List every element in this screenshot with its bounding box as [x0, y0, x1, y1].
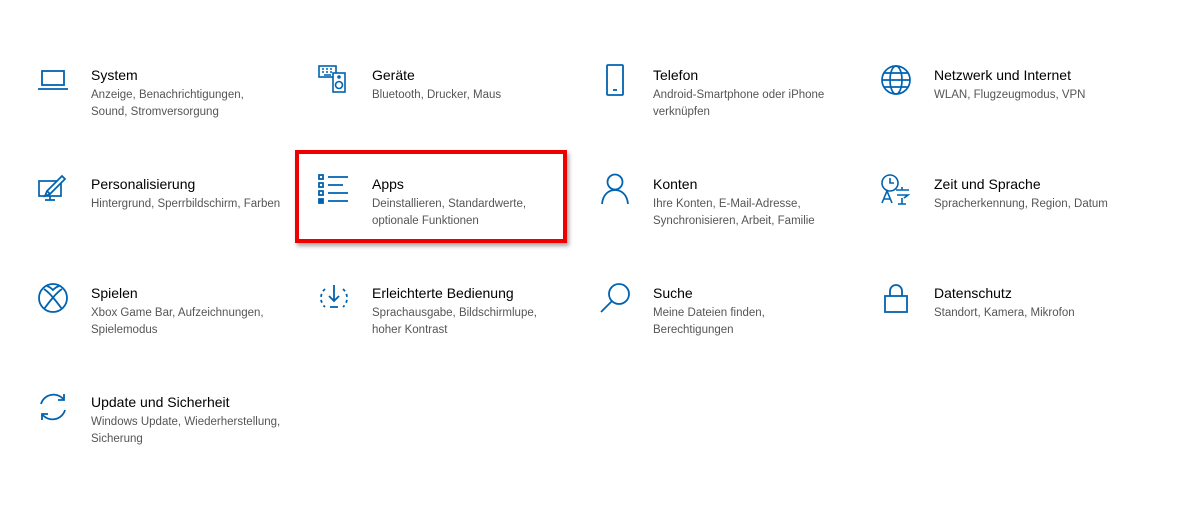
search-icon — [598, 281, 632, 315]
tile-title: Update und Sicherheit — [91, 394, 230, 410]
person-icon — [598, 172, 632, 206]
settings-tile-system[interactable]: System Anzeige, Benachrichtigungen, Soun… — [36, 62, 317, 171]
tile-title: Netzwerk und Internet — [934, 67, 1071, 83]
settings-tile-suche[interactable]: Suche Meine Dateien finden, Berechtigung… — [598, 280, 879, 389]
settings-tile-geraete[interactable]: Geräte Bluetooth, Drucker, Maus — [317, 62, 598, 171]
tile-description: WLAN, Flugzeugmodus, VPN — [934, 89, 1086, 101]
settings-tile-netzwerk[interactable]: Netzwerk und Internet WLAN, Flugzeugmodu… — [879, 62, 1156, 171]
tile-description: Sprachausgabe, Bildschirmlupe, hoher Kon… — [372, 307, 537, 336]
tile-description: Bluetooth, Drucker, Maus — [372, 89, 502, 101]
globe-icon — [879, 63, 913, 97]
tile-description: Meine Dateien finden, Berechtigungen — [653, 307, 765, 336]
time-language-icon — [879, 172, 913, 206]
settings-tile-update[interactable]: Update und Sicherheit Windows Update, Wi… — [36, 389, 317, 498]
settings-tile-zeit[interactable]: Zeit und Sprache Spracherkennung, Region… — [879, 171, 1156, 280]
settings-tile-personalisierung[interactable]: Personalisierung Hintergrund, Sperrbilds… — [36, 171, 317, 280]
apps-list-icon — [317, 172, 351, 206]
tile-description: Hintergrund, Sperrbildschirm, Farben — [91, 198, 281, 210]
settings-tile-spielen[interactable]: Spielen Xbox Game Bar, Aufzeichnungen, S… — [36, 280, 317, 389]
tile-description: Ihre Konten, E-Mail-Adresse, Synchronisi… — [653, 198, 815, 227]
tile-title: Suche — [653, 285, 693, 301]
tile-title: Konten — [653, 176, 698, 192]
settings-tile-erleichtert[interactable]: Erleichterte Bedienung Sprachausgabe, Bi… — [317, 280, 598, 389]
settings-tile-apps[interactable]: Apps Deinstallieren, Standardwerte, opti… — [317, 171, 598, 280]
settings-grid: System Anzeige, Benachrichtigungen, Soun… — [36, 62, 1156, 498]
update-icon — [36, 390, 70, 424]
settings-tile-telefon[interactable]: Telefon Android-Smartphone oder iPhone v… — [598, 62, 879, 171]
tile-description: Spracherkennung, Region, Datum — [934, 198, 1108, 210]
settings-tile-konten[interactable]: Konten Ihre Konten, E-Mail-Adresse, Sync… — [598, 171, 879, 280]
tile-description: Windows Update, Wiederherstellung, Siche… — [91, 416, 281, 445]
ease-of-access-icon — [317, 281, 351, 315]
tile-title: Spielen — [91, 285, 138, 301]
devices-icon — [317, 63, 351, 97]
personalize-icon — [36, 172, 70, 206]
phone-icon — [598, 63, 632, 97]
settings-tile-datenschutz[interactable]: Datenschutz Standort, Kamera, Mikrofon — [879, 280, 1156, 389]
tile-title: Apps — [372, 176, 404, 192]
laptop-icon — [36, 63, 70, 97]
tile-description: Xbox Game Bar, Aufzeichnungen, Spielemod… — [91, 307, 264, 336]
tile-title: Erleichterte Bedienung — [372, 285, 514, 301]
tile-title: Geräte — [372, 67, 415, 83]
tile-title: Zeit und Sprache — [934, 176, 1041, 192]
tile-description: Deinstallieren, Standardwerte, optionale… — [372, 198, 527, 227]
tile-title: Personalisierung — [91, 176, 196, 192]
tile-title: Telefon — [653, 67, 699, 83]
tile-title: System — [91, 67, 138, 83]
lock-icon — [879, 281, 913, 315]
tile-description: Anzeige, Benachrichtigungen, Sound, Stro… — [91, 89, 244, 118]
tile-description: Android-Smartphone oder iPhone verknüpfe… — [653, 89, 825, 118]
xbox-icon — [36, 281, 70, 315]
tile-title: Datenschutz — [934, 285, 1012, 301]
tile-description: Standort, Kamera, Mikrofon — [934, 307, 1075, 319]
